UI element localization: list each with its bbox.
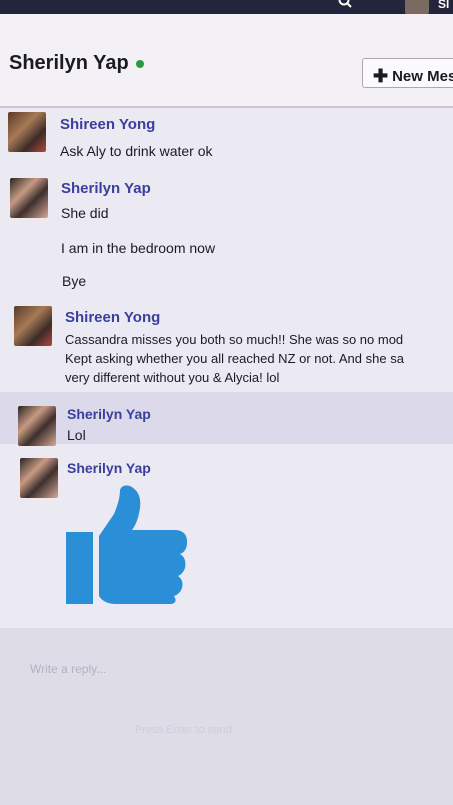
- message-sender[interactable]: Shireen Yong: [60, 116, 155, 133]
- message-sender[interactable]: Sherilyn Yap: [61, 180, 151, 197]
- thumbs-up-sticker-icon[interactable]: [66, 484, 190, 606]
- avatar[interactable]: [20, 458, 58, 498]
- message-text: Cassandra misses you both so much!! She …: [65, 332, 404, 347]
- message-text: I am in the bedroom now: [61, 240, 216, 256]
- conversation-header: Sherilyn Yap ✚ New Mes: [0, 14, 453, 108]
- message-sender[interactable]: Sherilyn Yap: [67, 406, 151, 422]
- conversation-title[interactable]: Sherilyn Yap: [9, 52, 129, 75]
- plus-icon: ✚: [373, 66, 389, 86]
- profile-avatar[interactable]: [405, 0, 429, 14]
- online-status-indicator: [136, 60, 144, 68]
- search-icon[interactable]: [338, 0, 352, 8]
- send-hint: Press Enter to send: [135, 724, 232, 736]
- avatar[interactable]: [18, 406, 56, 446]
- composer: Write a reply... Press Enter to send: [0, 628, 453, 805]
- new-message-button[interactable]: ✚ New Mes: [362, 58, 453, 88]
- message-text: Kept asking whether you all reached NZ o…: [65, 351, 404, 366]
- message-text: Bye: [62, 273, 87, 289]
- message-text: She did: [61, 205, 109, 221]
- top-navigation-bar: Sl: [0, 0, 453, 14]
- avatar[interactable]: [14, 306, 52, 346]
- message-text: Ask Aly to drink water ok: [60, 143, 213, 159]
- avatar[interactable]: [8, 112, 46, 152]
- new-message-label: New Mes: [392, 68, 453, 85]
- reply-input[interactable]: Write a reply...: [30, 662, 106, 676]
- message-sender[interactable]: Sherilyn Yap: [67, 460, 151, 476]
- avatar[interactable]: [10, 178, 48, 218]
- message-sender[interactable]: Shireen Yong: [65, 309, 160, 326]
- profile-name[interactable]: Sl: [438, 0, 449, 11]
- message-text: Lol: [67, 427, 86, 443]
- message-text: very different without you & Alycia! lol: [65, 370, 280, 385]
